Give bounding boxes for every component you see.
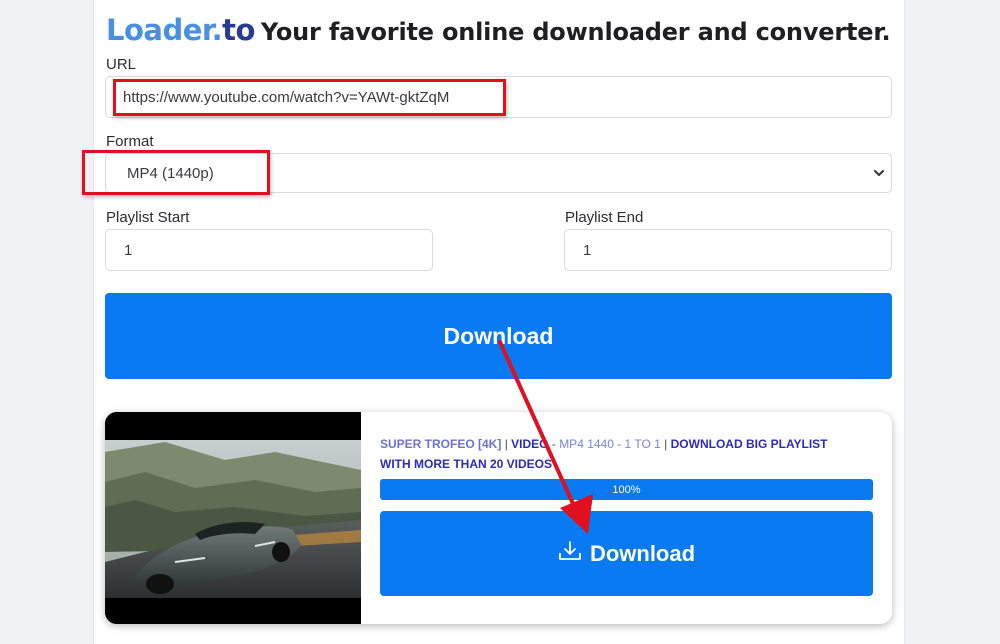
separator: | (664, 437, 668, 451)
progress-bar: 100% (380, 479, 873, 500)
video-type: VIDEO (511, 437, 549, 451)
brand-logo-part2[interactable]: to (222, 13, 255, 47)
video-info: SUPER TROFEO [4K] | VIDEO - MP4 1440 - 1… (380, 434, 860, 474)
tagline: Your favorite online downloader and conv… (260, 18, 891, 46)
format-select[interactable]: MP4 (1440p) (105, 153, 892, 193)
progress-text: 100% (612, 483, 641, 496)
playlist-end-label: Playlist End (565, 209, 644, 226)
video-title: SUPER TROFEO [4K] (380, 437, 502, 451)
result-card: SUPER TROFEO [4K] | VIDEO - MP4 1440 - 1… (105, 412, 892, 624)
url-input[interactable]: https://www.youtube.com/watch?v=YAWt-gkt… (105, 76, 892, 118)
format-select-value: MP4 (1440p) (127, 164, 214, 182)
playlist-end-value: 1 (583, 241, 592, 259)
url-input-value: https://www.youtube.com/watch?v=YAWt-gkt… (123, 88, 450, 106)
download-button[interactable]: Download (105, 293, 892, 379)
separator: - (551, 437, 556, 451)
page-title: Loader.to Your favorite online downloader… (106, 10, 891, 56)
separator: | (504, 437, 508, 451)
playlist-end-input[interactable]: 1 (564, 229, 892, 271)
playlist-start-input[interactable]: 1 (105, 229, 433, 271)
download-icon (559, 540, 581, 560)
format-label: Format (106, 133, 154, 150)
video-thumbnail[interactable] (105, 412, 361, 624)
url-label: URL (106, 56, 137, 73)
file-download-label: Download (589, 540, 696, 566)
video-meta: MP4 1440 - 1 TO 1 (559, 437, 661, 451)
chevron-down-icon[interactable] (873, 166, 885, 180)
file-download-button[interactable]: Download (380, 511, 873, 596)
playlist-start-value: 1 (124, 241, 133, 259)
playlist-start-label: Playlist Start (106, 209, 190, 226)
brand-logo-part1[interactable]: Loader. (106, 13, 223, 47)
